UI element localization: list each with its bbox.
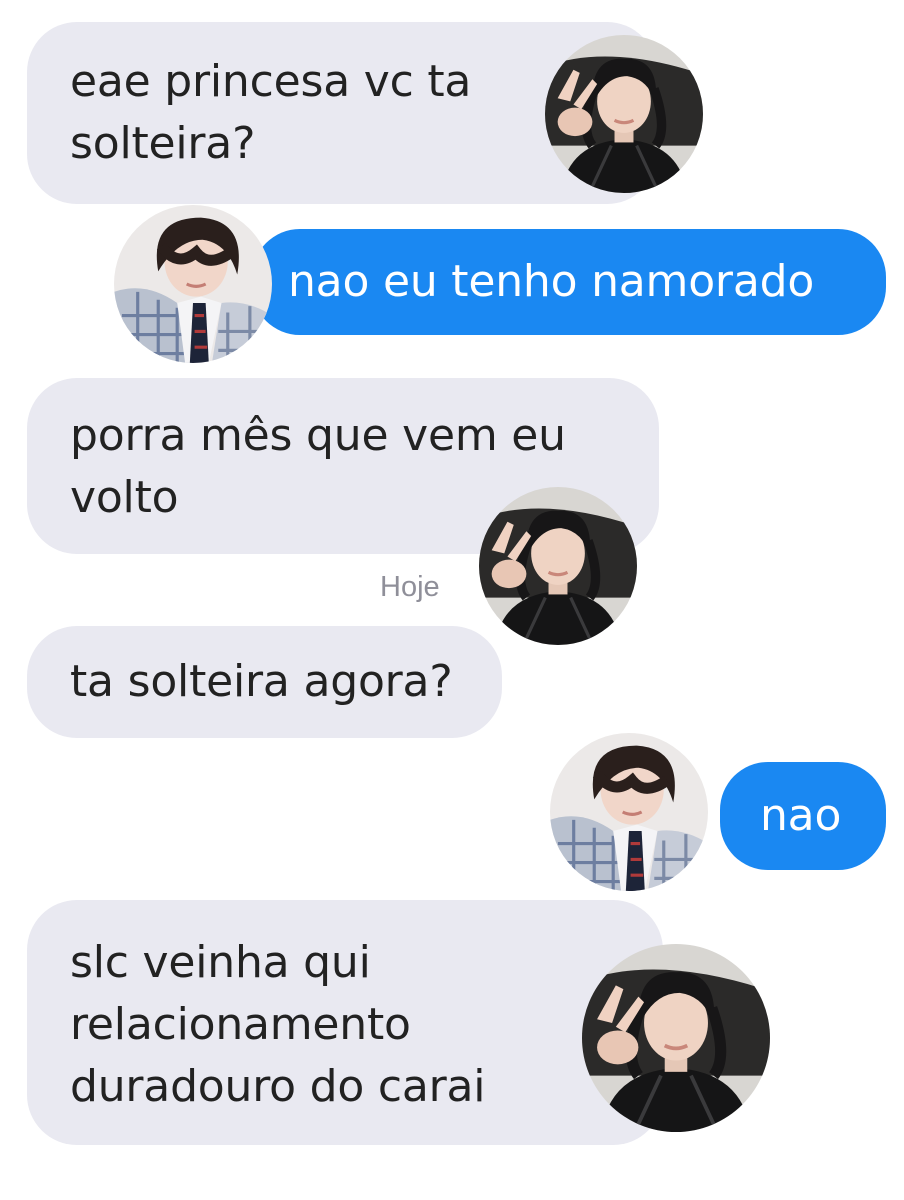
- message-text-line: duradouro do carai: [70, 1061, 486, 1112]
- contact-avatar-icon[interactable]: [545, 35, 703, 193]
- message-text-line: relacionamento: [70, 999, 411, 1050]
- message-text-line: porra mês que vem eu: [70, 410, 566, 461]
- message-text-line: solteira?: [70, 118, 256, 169]
- message-bubble-incoming: slc veinha qui relacionamento duradouro …: [27, 900, 663, 1145]
- contact-avatar-icon[interactable]: [479, 487, 637, 645]
- message-text-line: ta solteira agora?: [70, 656, 453, 707]
- user-avatar-icon[interactable]: [114, 205, 272, 363]
- message-bubble-incoming: ta solteira agora?: [27, 626, 502, 738]
- message-bubble-outgoing: nao: [720, 762, 886, 870]
- contact-avatar-icon[interactable]: [582, 944, 770, 1132]
- message-bubble-outgoing: nao eu tenho namorado: [252, 229, 886, 335]
- day-separator-label: Hoje: [380, 571, 440, 603]
- message-text-line: eae princesa vc ta: [70, 56, 472, 107]
- message-text-line: nao eu tenho namorado: [288, 256, 815, 307]
- message-text-line: slc veinha qui: [70, 937, 371, 988]
- user-avatar-icon[interactable]: [550, 733, 708, 891]
- message-text-line: nao: [760, 790, 842, 841]
